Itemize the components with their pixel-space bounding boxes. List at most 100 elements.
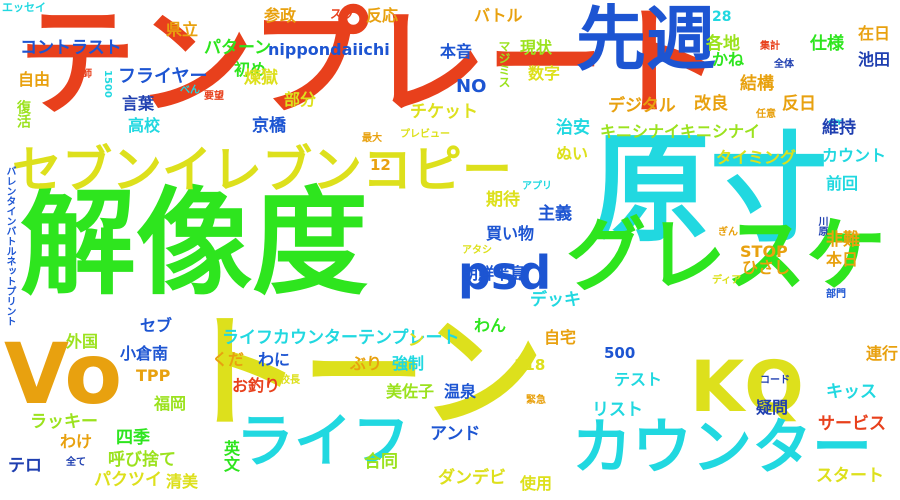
cloud-word: 結構 [740,74,774,94]
cloud-word: 復活 [15,100,31,128]
cloud-word: ラッキー [30,412,98,432]
cloud-word: 買い物 [486,224,535,243]
cloud-word: nippondaiichi [268,40,390,59]
cloud-word: 美佐子 [386,382,435,401]
cloud-word: スッ [330,7,355,21]
cloud-word: 外国 [66,332,99,351]
cloud-word: 英文 [221,440,240,472]
cloud-word: 使用 [520,474,553,493]
cloud-word: 温泉 [444,382,477,401]
cloud-word: 清美 [166,472,199,491]
cloud-word: 疑問 [756,398,789,417]
cloud-word: 言葉 [122,94,155,113]
cloud-word: セブンイレブンコピー [12,141,512,199]
cloud-word: 池田 [858,50,891,69]
cloud-word: 連行 [866,344,899,363]
cloud-word: ダンデビ [438,468,506,488]
cloud-word: 期待 [486,190,520,210]
cloud-word: 前回 [826,174,859,193]
cloud-word: エッセイ [2,1,46,14]
cloud-word: バトル [474,6,523,25]
cloud-word: 118 [514,356,546,374]
cloud-word: 最大 [362,133,382,144]
cloud-word: 煉獄 [244,68,278,88]
cloud-word: チケット [410,102,478,122]
cloud-word: べん [180,85,200,96]
cloud-word: 部門 [826,289,846,300]
cloud-word: 県立 [166,20,199,39]
cloud-word: デッキ [530,290,581,310]
cloud-word: フライヤー [118,66,208,87]
cloud-word: 12 [370,156,391,174]
cloud-word: くだ [212,350,245,369]
cloud-word: テロ [8,456,42,476]
cloud-word: 小倉南 [120,344,169,363]
word-cloud: テンプレート 解像度 原寸 トーン 先週 セブンイレブンコピー グレスケ Vo KQ カウンターラ… [0,0,900,500]
cloud-word: ン [408,330,425,349]
cloud-word: 参政 [264,6,297,25]
cloud-word: Vo [4,325,123,423]
cloud-word: TPP [136,366,171,385]
cloud-word: 自宅 [544,328,577,347]
cloud-word: 要望 [204,91,224,102]
cloud-word: 本日 [826,250,859,269]
cloud-word: キニシナイキニシナイ [600,122,761,141]
cloud-word: 500 [604,344,636,362]
cloud-word: 朝鮮半島 [462,264,527,283]
cloud-word: 任意 [756,109,776,120]
cloud-word: アタシ [462,245,492,256]
cloud-word: スタート [816,466,884,486]
cloud-word: ぎん [718,227,738,238]
cloud-word: 治安 [556,118,590,138]
cloud-word: 部分 [284,90,317,109]
cloud-word: 本音 [440,42,473,61]
cloud-word: 反応 [366,6,399,25]
cloud-word: わけ [60,432,93,451]
cloud-word: NO [456,76,487,97]
cloud-word: マジミス [497,40,511,88]
cloud-word: 全て [66,457,86,468]
cloud-word: タイミング [716,148,797,167]
cloud-word: 主義 [538,204,572,224]
cloud-word: 緊急 [526,395,546,406]
cloud-word: 四季 [116,428,150,448]
cloud-word: 高校 [128,116,161,135]
cloud-word: バレンタインバトルネットプリント [4,166,15,326]
cloud-word: アプリ [522,181,552,192]
cloud-word: 維持 [822,118,856,138]
cloud-word: 仕様 [810,34,844,54]
cloud-word: お釣り [232,376,281,395]
cloud-word: 校長 [280,375,300,386]
cloud-word: セブ [140,316,173,335]
cloud-word: ぬい [556,144,589,163]
cloud-word: 福岡 [154,394,187,413]
cloud-word: 合同 [364,452,398,472]
cloud-word: 非難 [826,230,860,250]
cloud-word: 数字 [528,64,561,83]
cloud-word: リスト [592,400,643,420]
cloud-word: 自由 [18,70,51,89]
cloud-word: 全体 [774,59,794,70]
cloud-word: 先週 [576,0,716,80]
cloud-word: わに [258,350,291,369]
cloud-word: コントラスト [20,38,122,58]
cloud-word: 28 [712,9,732,25]
cloud-word: 現状 [520,38,553,57]
cloud-word: 教師 [72,69,92,80]
cloud-word: 在日 [858,24,891,43]
cloud-word: キッス [826,382,877,402]
cloud-word: カウント [822,146,887,165]
cloud-word: アンド [430,424,481,444]
cloud-word: 川原 [816,216,827,236]
cloud-word: 解像度 [20,176,368,311]
cloud-word: 改良 [694,94,728,114]
cloud-word: パターン [204,38,272,58]
cloud-word: テスト [614,370,663,389]
cloud-word: ぶり [350,354,383,373]
cloud-word: 1500 [102,70,113,98]
cloud-word: デジタル [608,96,676,116]
cloud-word: サービス [818,414,886,434]
cloud-word: 強制 [392,354,425,373]
cloud-word: コード [760,375,790,386]
cloud-word: 京橋 [252,116,286,136]
